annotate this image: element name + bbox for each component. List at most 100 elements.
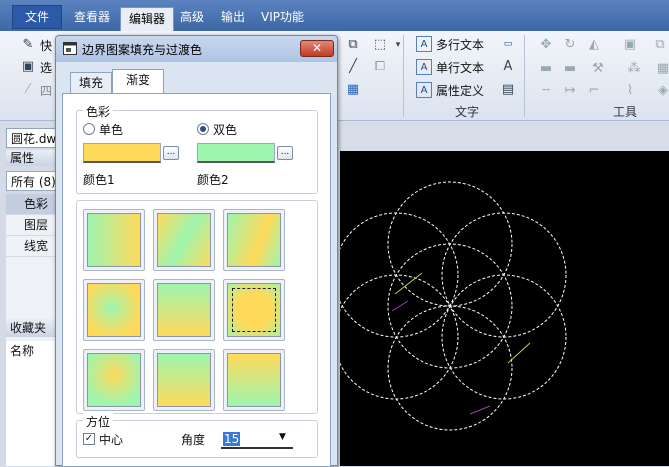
text-edit-icon[interactable]: A: [500, 59, 516, 75]
break-icon[interactable]: ⌇: [622, 83, 638, 99]
hatch-line: [391, 300, 409, 312]
attribute-def-button[interactable]: 属性定义: [436, 82, 484, 99]
gradient-pattern-6[interactable]: [223, 279, 285, 341]
color1-browse-button[interactable]: ...: [163, 146, 179, 160]
fillet-icon[interactable]: ⌐: [586, 83, 602, 99]
double-color-label: 双色: [213, 123, 238, 137]
shape-icon[interactable]: ◈: [655, 83, 669, 99]
offset-icon[interactable]: ⁂: [626, 61, 642, 77]
extend-icon[interactable]: ↦: [562, 83, 578, 99]
ribbon-separator: [524, 35, 525, 117]
rect2-icon[interactable]: ▬: [562, 61, 578, 77]
file-tab[interactable]: 圆花.dw: [6, 128, 60, 148]
dialog-title: 边界图案填充与过渡色: [82, 43, 203, 57]
table-icon[interactable]: ▦: [345, 82, 361, 98]
copy-object-icon[interactable]: ⧉: [345, 37, 361, 53]
tab-output[interactable]: 输出: [213, 6, 253, 28]
gradient-preview: [227, 353, 281, 407]
gradient-pattern-4[interactable]: [83, 279, 145, 341]
pen-icon[interactable]: ╱: [345, 59, 361, 75]
multiline-text-button[interactable]: 多行文本: [436, 36, 484, 53]
prop-linewidth[interactable]: 线宽: [6, 236, 60, 256]
singleline-text-button[interactable]: 单行文本: [436, 59, 484, 76]
single-color-label: 单色: [99, 123, 124, 137]
dash-icon[interactable]: ╌: [538, 83, 554, 99]
gradient-pattern-1[interactable]: [83, 209, 145, 271]
ribbon-left-1[interactable]: 快: [40, 37, 52, 54]
upper-left-circle: [340, 212, 459, 338]
tools-group-label: 工具: [613, 105, 638, 119]
multiline-text-icon[interactable]: A: [416, 36, 432, 52]
hatch-line: [507, 342, 531, 364]
copy-icon[interactable]: ⧉: [652, 37, 668, 53]
attribute-def-icon[interactable]: A: [416, 82, 432, 98]
singleline-text-icon[interactable]: A: [416, 59, 432, 75]
gradient-preview: [87, 353, 141, 407]
double-color-radio[interactable]: [197, 123, 209, 135]
rotate-icon[interactable]: ↻: [562, 37, 578, 53]
block-icon[interactable]: ⬚: [372, 37, 388, 53]
gradient-pattern-3[interactable]: [223, 209, 285, 271]
tab-fill[interactable]: 填充: [70, 72, 112, 94]
move-icon[interactable]: ✥: [538, 37, 554, 53]
explode-icon[interactable]: ▦: [655, 61, 669, 77]
gradient-preview: [227, 213, 281, 267]
gradient-preview: [87, 213, 141, 267]
tab-vip[interactable]: VIP功能: [253, 6, 312, 28]
text-doc-icon[interactable]: ▤: [500, 82, 516, 98]
gradient-pattern-2[interactable]: [153, 209, 215, 271]
ribbon-separator: [403, 35, 404, 117]
mirror-icon[interactable]: ◭: [586, 37, 602, 53]
ribbon-left-3[interactable]: 四: [40, 82, 52, 99]
prop-layer[interactable]: 图层: [6, 215, 60, 235]
position-group-legend: 方位: [83, 413, 114, 430]
chevron-down-icon: ▼: [279, 432, 286, 442]
text-group-label: 文字: [455, 105, 480, 119]
angle-value: 15: [223, 432, 241, 446]
tab-gradient[interactable]: 渐变: [112, 69, 164, 93]
color-group-legend: 色彩: [83, 103, 114, 120]
line-icon[interactable]: ⁄: [20, 82, 36, 98]
gradient-preview: [87, 283, 141, 337]
group-icon[interactable]: ⧠: [372, 59, 388, 75]
color2-label: 颜色2: [197, 173, 229, 187]
gradient-pattern-grid: [76, 200, 318, 414]
color1-label: 颜色1: [83, 173, 115, 187]
select-icon[interactable]: ▣: [20, 59, 36, 75]
gradient-pattern-9[interactable]: [223, 349, 285, 411]
gradient-pattern-8[interactable]: [153, 349, 215, 411]
tool-icon[interactable]: ⚒: [590, 61, 606, 77]
properties-header: 属性: [6, 150, 60, 166]
flower-drawing: [340, 181, 567, 431]
angle-select[interactable]: 15 ▼: [221, 429, 293, 449]
color2-box[interactable]: [197, 143, 275, 163]
tab-editor[interactable]: 编辑器: [120, 7, 175, 31]
position-group: 方位 ✓ 中心 角度 15 ▼: [76, 413, 318, 458]
center-checkbox[interactable]: ✓: [83, 433, 95, 445]
gradient-preview: [227, 283, 281, 337]
gradient-fill-dialog: 边界图案填充与过渡色 ✕ 填充 渐变 色彩 单色 双色 ... ... 颜色1 …: [55, 35, 338, 467]
file-menu[interactable]: 文件: [12, 5, 63, 29]
name-column: 名称: [10, 344, 35, 358]
tab-advanced[interactable]: 高级: [172, 6, 212, 28]
close-button[interactable]: ✕: [300, 40, 334, 57]
array-icon[interactable]: ▣: [622, 37, 638, 53]
gradient-pattern-7[interactable]: [83, 349, 145, 411]
prop-color[interactable]: 色彩: [6, 194, 60, 214]
color2-browse-button[interactable]: ...: [277, 146, 293, 160]
dialog-title-bar[interactable]: 边界图案填充与过渡色 ✕: [56, 36, 337, 62]
drawing-canvas[interactable]: [340, 151, 669, 466]
tab-viewer[interactable]: 查看器: [66, 6, 118, 28]
color1-box[interactable]: [83, 143, 161, 163]
text-style-icon[interactable]: ▭: [500, 36, 516, 52]
ribbon-left-2[interactable]: 选: [40, 59, 52, 76]
color-group: 色彩 单色 双色 ... ... 颜色1 颜色2: [76, 103, 318, 194]
property-filter[interactable]: 所有 (8): [6, 171, 60, 191]
angle-label: 角度: [181, 433, 206, 447]
single-color-radio[interactable]: [83, 123, 95, 135]
hatch-line: [469, 405, 491, 415]
gradient-pattern-5[interactable]: [153, 279, 215, 341]
hatch-line: [394, 272, 423, 295]
quick-icon[interactable]: ✎: [20, 37, 36, 53]
rect-icon[interactable]: ▬: [538, 61, 554, 77]
